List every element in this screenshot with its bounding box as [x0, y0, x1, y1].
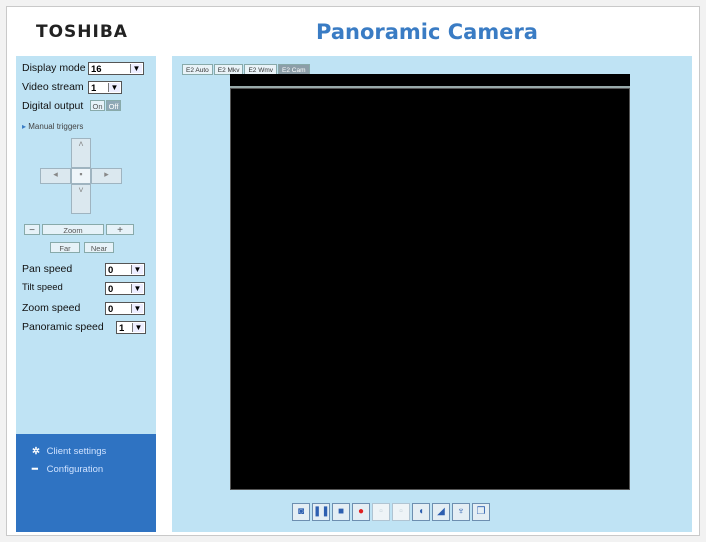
wrench-icon: ━	[32, 464, 38, 475]
zoom-label: Zoom	[42, 224, 104, 235]
pan-speed-value: 0	[108, 265, 114, 276]
panoramic-speed-select[interactable]: 1 ▼	[116, 321, 146, 334]
pan-right-button[interactable]: ▸	[91, 168, 122, 184]
sidebar: Display mode 16 ▼ Video stream 1 ▼ Digit…	[16, 56, 156, 434]
configuration-link[interactable]: ━ Configuration	[32, 464, 103, 475]
manual-triggers-link[interactable]: ▸ Manual triggers	[22, 122, 83, 131]
digital-output-on-button[interactable]: On	[90, 100, 105, 111]
stop-button[interactable]: ■	[332, 503, 350, 521]
volume-button[interactable]: ◢	[432, 503, 450, 521]
focus-near-button[interactable]: Near	[84, 242, 114, 253]
record-button[interactable]: ●	[352, 503, 370, 521]
brand-logo: TOSHIBA	[36, 22, 128, 42]
client-settings-label: Client settings	[46, 446, 107, 457]
blank-icon: ▫	[379, 506, 383, 517]
display-mode-select[interactable]: 16 ▼	[88, 62, 144, 75]
fullscreen-button[interactable]: ❐	[472, 503, 490, 521]
pan-speed-label: Pan speed	[22, 263, 73, 275]
zoom-speed-select[interactable]: 0 ▼	[105, 302, 145, 315]
pause-button[interactable]: ❚❚	[312, 503, 330, 521]
video-viewport[interactable]	[230, 88, 630, 490]
gear-icon: ✲	[32, 446, 40, 457]
pan-left-button[interactable]: ◂	[40, 168, 71, 184]
microphone-icon: ♆	[457, 506, 465, 517]
minus-icon: −	[29, 225, 35, 236]
arrow-down-icon: ˅	[78, 185, 84, 195]
plus-icon: +	[117, 225, 123, 236]
video-stream-select[interactable]: 1 ▼	[88, 81, 122, 94]
tilt-up-button[interactable]: ˄	[71, 138, 91, 168]
sidebar-links-panel: ✲ Client settings ━ Configuration	[16, 434, 156, 532]
camera-icon: ◙	[297, 506, 305, 517]
pan-speed-select[interactable]: 0 ▼	[105, 263, 145, 276]
main-panel: E2 Auto E2 Mkv E2 Wmv E2 Cam ◙ ❚❚ ■ ● ▫ ▫ ◖ ◢ ♆ ❐	[172, 56, 692, 532]
home-button[interactable]: ▪	[71, 168, 91, 184]
zoom-out-button[interactable]: −	[24, 224, 40, 236]
tilt-speed-select[interactable]: 0 ▼	[105, 282, 145, 295]
tilt-speed-label: Tilt speed	[22, 282, 63, 293]
stream-tabs: E2 Auto E2 Mkv E2 Wmv E2 Cam	[182, 59, 311, 75]
chevron-down-icon: ▼	[108, 83, 120, 92]
zoom-speed-label: Zoom speed	[22, 302, 81, 314]
client-settings-link[interactable]: ✲ Client settings	[32, 446, 106, 457]
zoom-in-button[interactable]: +	[106, 224, 134, 236]
arrow-right-icon: ▸	[104, 169, 109, 179]
blank-icon: ▫	[399, 506, 403, 517]
fullscreen-icon: ❐	[476, 506, 486, 517]
arrow-left-icon: ◂	[53, 169, 58, 179]
microphone-button[interactable]: ♆	[452, 503, 470, 521]
digital-output-off-button[interactable]: Off	[106, 100, 121, 111]
pause-icon: ❚❚	[313, 506, 330, 517]
page-title: Panoramic Camera	[316, 20, 538, 44]
video-stream-value: 1	[91, 83, 97, 94]
volume-icon: ◢	[437, 506, 445, 517]
video-toolbar: ◙ ❚❚ ■ ● ▫ ▫ ◖ ◢ ♆ ❐	[292, 503, 492, 523]
speaker-button[interactable]: ◖	[412, 503, 430, 521]
zoom-speed-value: 0	[108, 304, 114, 315]
manual-triggers-label: Manual triggers	[28, 122, 84, 131]
configuration-label: Configuration	[46, 464, 104, 475]
snapshot-button[interactable]: ◙	[292, 503, 310, 521]
record-icon: ●	[357, 506, 365, 517]
display-mode-label: Display mode	[22, 62, 86, 74]
panoramic-speed-label: Panoramic speed	[22, 321, 104, 333]
chevron-down-icon: ▼	[131, 265, 143, 274]
arrow-up-icon: ˄	[78, 139, 84, 149]
chevron-down-icon: ▼	[132, 323, 144, 332]
tilt-speed-value: 0	[108, 284, 114, 295]
video-stream-label: Video stream	[22, 81, 84, 93]
speaker-icon: ◖	[417, 506, 425, 517]
chevron-down-icon: ▼	[131, 304, 143, 313]
tilt-down-button[interactable]: ˅	[71, 184, 91, 214]
home-icon: ▪	[79, 169, 83, 179]
display-mode-value: 16	[91, 64, 102, 75]
disabled-button-1[interactable]: ▫	[372, 503, 390, 521]
video-title-bar	[230, 74, 630, 88]
panoramic-speed-value: 1	[119, 323, 125, 334]
stop-icon: ■	[337, 506, 345, 517]
disabled-button-2[interactable]: ▫	[392, 503, 410, 521]
digital-output-label: Digital output	[22, 100, 84, 112]
chevron-down-icon: ▼	[131, 284, 143, 293]
chevron-down-icon: ▼	[130, 64, 142, 73]
tab-e2-auto[interactable]: E2 Auto	[182, 64, 213, 75]
focus-far-button[interactable]: Far	[50, 242, 80, 253]
